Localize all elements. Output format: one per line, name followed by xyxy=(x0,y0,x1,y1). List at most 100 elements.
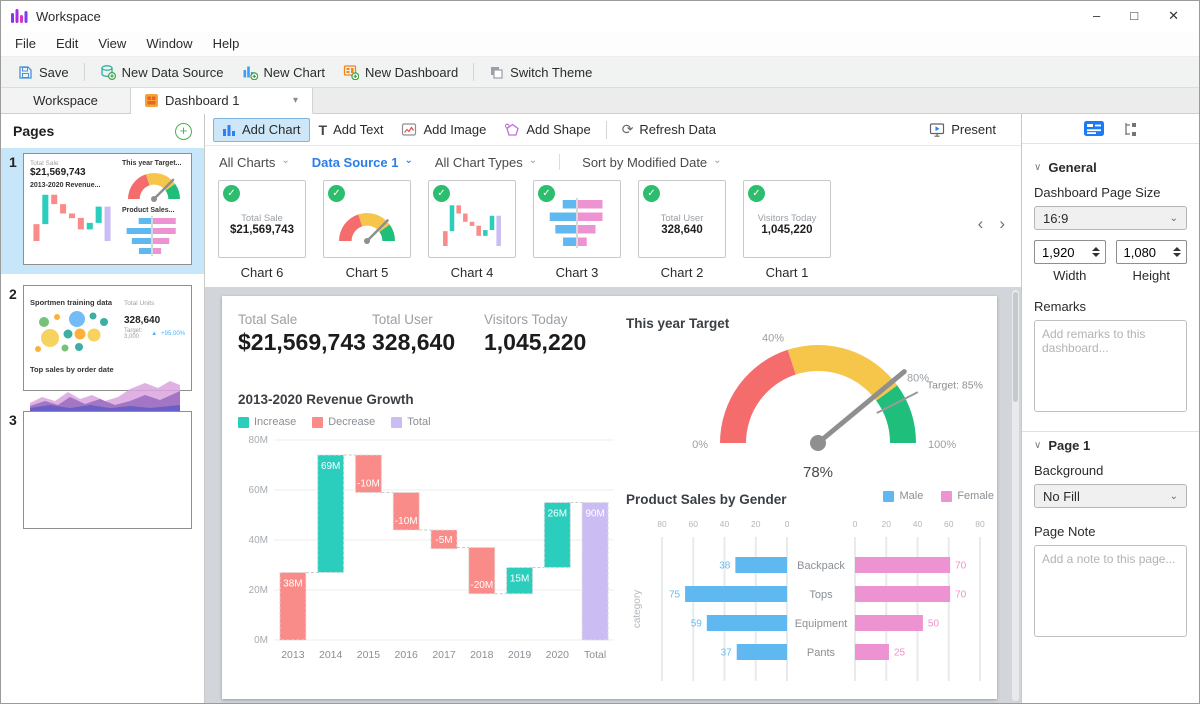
chart-card-1[interactable]: ✓ Visitors Today 1,045,220 Chart 1 xyxy=(743,180,831,287)
chart-card-6[interactable]: ✓ Total Sale $21,569,743 Chart 6 xyxy=(218,180,306,287)
add-chart-icon xyxy=(222,123,236,137)
filter-sort[interactable]: Sort by Modified Date ⌄ xyxy=(582,155,721,170)
svg-text:-5M: -5M xyxy=(435,535,452,546)
filter-data-source[interactable]: Data Source 1 ⌄ xyxy=(312,155,413,170)
svg-text:Pants: Pants xyxy=(807,647,836,659)
menu-edit[interactable]: Edit xyxy=(46,36,88,51)
menu-window[interactable]: Window xyxy=(136,36,202,51)
save-icon xyxy=(18,65,33,80)
chart-card-4[interactable]: ✓ Chart 4 xyxy=(428,180,516,287)
kpi-row[interactable]: Total Sale $21,569,743 Total User 328,64… xyxy=(238,312,586,356)
svg-text:78%: 78% xyxy=(803,464,833,481)
new-dashboard-button[interactable]: New Dashboard xyxy=(334,59,467,85)
dashboard-canvas: Total Sale $21,569,743 Total User 328,64… xyxy=(205,288,1021,703)
canvas-scrollbar[interactable] xyxy=(1012,290,1019,701)
check-icon: ✓ xyxy=(223,185,240,202)
chart-card-3[interactable]: ✓ Chart 3 xyxy=(533,180,621,287)
legend-swatch xyxy=(238,417,249,428)
step-down-icon[interactable] xyxy=(1173,253,1181,257)
step-up-icon[interactable] xyxy=(1173,247,1181,251)
dashboard-page[interactable]: Total Sale $21,569,743 Total User 328,64… xyxy=(222,296,997,699)
menu-view[interactable]: View xyxy=(88,36,136,51)
kpi-total-sale: Total Sale $21,569,743 xyxy=(238,312,372,356)
chart-card-5[interactable]: ✓ Chart 5 xyxy=(323,180,411,287)
add-image-button[interactable]: Add Image xyxy=(392,118,495,142)
svg-text:15M: 15M xyxy=(510,574,529,585)
waterfall-chart[interactable]: 2013-2020 Revenue Growth Increase Decrea… xyxy=(238,392,626,683)
step-down-icon[interactable] xyxy=(1092,253,1100,257)
chevron-down-icon: ⌄ xyxy=(1170,213,1178,224)
switch-theme-button[interactable]: Switch Theme xyxy=(480,59,601,85)
section-general[interactable]: ∨ General xyxy=(1034,160,1187,175)
filter-chart-types[interactable]: All Chart Types ⌄ xyxy=(435,155,537,170)
tab-dashboard-1[interactable]: Dashboard 1 ▾ xyxy=(131,88,313,114)
gauge-chart[interactable]: This year Target 0%40%80%100%Target: 85%… xyxy=(626,316,996,506)
page-size-select[interactable]: 16:9 ⌄ xyxy=(1034,206,1187,230)
mini-tornado-chart xyxy=(545,198,609,248)
refresh-data-button[interactable]: ⟳ Refresh Data xyxy=(613,118,725,142)
data-source-icon xyxy=(100,64,116,80)
minimize-button[interactable]: – xyxy=(1093,1,1100,31)
background-select[interactable]: No Fill ⌄ xyxy=(1034,484,1187,508)
height-input[interactable] xyxy=(1117,245,1163,260)
page-thumbnail-1[interactable]: 1 Total Sale $21,569,743 2013-2020 Reven… xyxy=(1,148,204,274)
svg-text:-10M: -10M xyxy=(357,479,380,490)
dashboard-settings-icon[interactable] xyxy=(1084,121,1104,136)
add-text-button[interactable]: T Add Text xyxy=(310,118,393,142)
add-shape-button[interactable]: Add Shape xyxy=(495,118,599,142)
present-button[interactable]: Present xyxy=(920,118,1005,142)
thumb-waterfall-title: 2013-2020 Revenue... xyxy=(30,182,116,189)
gallery-back-button[interactable]: ‹ xyxy=(978,214,984,234)
svg-text:40: 40 xyxy=(720,519,730,529)
gallery-forward-button[interactable]: › xyxy=(999,214,1005,234)
structure-outline-icon[interactable] xyxy=(1122,121,1138,137)
svg-text:75: 75 xyxy=(669,590,681,601)
new-chart-icon xyxy=(242,64,258,80)
page-note-textarea[interactable] xyxy=(1034,545,1187,637)
filter-all-charts[interactable]: All Charts ⌄ xyxy=(219,155,290,170)
section-page-1[interactable]: ∨ Page 1 xyxy=(1034,438,1187,453)
svg-text:20M: 20M xyxy=(249,585,268,596)
remarks-label: Remarks xyxy=(1034,299,1187,314)
close-button[interactable]: ✕ xyxy=(1168,1,1179,31)
remarks-textarea[interactable] xyxy=(1034,320,1187,412)
width-input[interactable] xyxy=(1035,245,1081,260)
menu-help[interactable]: Help xyxy=(203,36,250,51)
page-note-label: Page Note xyxy=(1034,524,1187,539)
tornado-chart[interactable]: Product Sales by Gender Male Female 0020… xyxy=(626,492,996,699)
save-button[interactable]: Save xyxy=(9,59,78,85)
page-thumbnail-3[interactable]: 3 xyxy=(1,406,204,538)
thumb-units-label: Total Units xyxy=(124,300,154,307)
add-page-button[interactable]: + xyxy=(175,123,192,140)
svg-text:38: 38 xyxy=(719,561,731,572)
background-label: Background xyxy=(1034,463,1187,478)
width-stepper[interactable] xyxy=(1034,240,1106,264)
mini-waterfall-chart xyxy=(30,189,114,243)
svg-text:40M: 40M xyxy=(249,535,268,546)
refresh-icon: ⟳ xyxy=(622,121,634,138)
maximize-button[interactable]: □ xyxy=(1130,1,1138,31)
scrollbar-thumb[interactable] xyxy=(1013,292,1018,402)
tab-workspace[interactable]: Workspace xyxy=(1,88,131,113)
chevron-down-icon: ⌄ xyxy=(404,155,412,166)
height-stepper[interactable] xyxy=(1116,240,1188,264)
svg-text:2016: 2016 xyxy=(395,649,419,661)
svg-text:20: 20 xyxy=(882,519,892,529)
app-window: Workspace – □ ✕ File Edit View Window He… xyxy=(0,0,1200,704)
svg-text:70: 70 xyxy=(955,590,967,601)
add-chart-button[interactable]: Add Chart xyxy=(213,118,310,142)
new-data-source-button[interactable]: New Data Source xyxy=(91,59,233,85)
new-chart-button[interactable]: New Chart xyxy=(233,59,334,85)
tab-dropdown-caret-icon[interactable]: ▾ xyxy=(293,95,298,106)
thumb-kpi-value: $21,569,743 xyxy=(30,167,116,178)
menu-file[interactable]: File xyxy=(5,36,46,51)
thumb-tornado-title: Product Sales... xyxy=(122,207,185,214)
menu-bar: File Edit View Window Help xyxy=(1,31,1199,57)
step-up-icon[interactable] xyxy=(1092,247,1100,251)
filter-separator xyxy=(559,154,560,170)
window-title: Workspace xyxy=(36,9,101,24)
svg-text:Target: 85%: Target: 85% xyxy=(927,380,983,392)
thumb-gauge-title: This year Target... xyxy=(122,160,185,167)
chart-card-2[interactable]: ✓ Total User 328,640 Chart 2 xyxy=(638,180,726,287)
page-thumbnail-2[interactable]: 2 Sportmen training data xyxy=(1,280,204,400)
